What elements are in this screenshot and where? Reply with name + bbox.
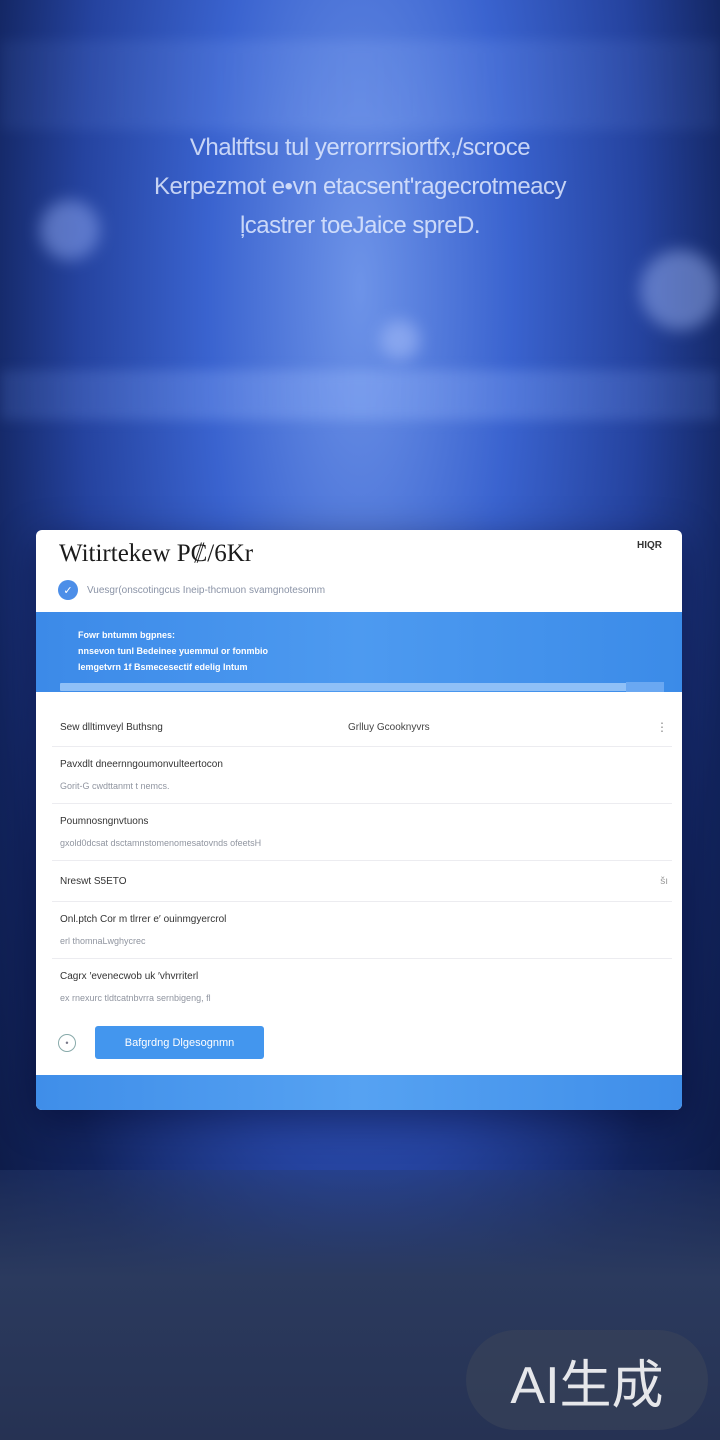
flag-row-value: šı (660, 875, 668, 887)
settings-list: Sew dlltimveyl Buthsng Grlluy Gcooknyvrs… (52, 708, 672, 1015)
banner-line-1: Fowr bntumm bgpnes: (78, 630, 175, 640)
list-item-title: Onl.ptch Cor m tlrrer e′ ouinmgyercrol (60, 914, 227, 925)
list-item[interactable]: Poumnosngnvtuons gxold0dcsat dsctamnstom… (52, 804, 672, 861)
list-header-middle: Grlluy Gcooknyvrs (348, 721, 430, 733)
footer-actions: • Bafgrdng Dlgesognmn (58, 1026, 264, 1059)
list-header: Sew dlltimveyl Buthsng Grlluy Gcooknyvrs… (52, 708, 672, 747)
background-glow (380, 320, 420, 360)
list-item-description: ex rnexurc tldtcatnbvrra sernbigeng, fl (60, 993, 211, 1003)
list-item-description: erl thomnaLwghycrec (60, 936, 146, 946)
info-circle-icon[interactable]: • (58, 1033, 76, 1052)
headline-line-2: Kerpezmot e•vn etacsent'ragecrotmeacy (153, 173, 567, 200)
list-header-left: Sew dlltimveyl Buthsng (60, 721, 163, 733)
hero-headline: Vhaltftsu tul yerrorrrsiortfx,/scroce Ke… (0, 128, 720, 245)
list-item[interactable]: Cagrx ′evenecwob uk ′vhvrriterl ex rnexu… (52, 959, 672, 1015)
card-footer-bar (36, 1075, 682, 1110)
list-item-title: Pavxdlt dneernngoumonvulteertocon (60, 759, 223, 770)
banner-progress-bar (60, 683, 664, 691)
check-circle-icon: ✓ (58, 580, 78, 600)
banner-text: Fowr bntumm bgpnes: nnsevon tunl Bedeine… (78, 627, 268, 675)
background-band (0, 370, 720, 420)
card-subtitle-row: ✓ Vuesgr(onscotingcus Ineip-thcmuon svam… (58, 579, 658, 601)
card-corner-label[interactable]: HIQR (637, 540, 662, 551)
banner-line-3: lemgetvrn 1f Bsmecesectif edelig Intum (78, 662, 248, 672)
list-flag-row[interactable]: Nreswt S5ETO šı (52, 861, 672, 902)
list-item[interactable]: Pavxdlt dneernngoumonvulteertocon Gorit-… (52, 747, 672, 804)
background-glow (640, 250, 720, 330)
info-banner: Fowr bntumm bgpnes: nnsevon tunl Bedeine… (36, 612, 682, 692)
list-item[interactable]: Onl.ptch Cor m tlrrer e′ ouinmgyercrol e… (52, 902, 672, 959)
list-item-title: Cagrx ′evenecwob uk ′vhvrriterl (60, 971, 199, 982)
card-title: Witirtekew P₡/6Kr (59, 540, 254, 567)
flag-row-label: Nreswt S5ETO (60, 875, 127, 887)
headline-line-1: Vhaltftsu tul yerrorrrsiortfx,/scroce (189, 134, 531, 161)
ai-generated-watermark: AI生成 (466, 1330, 708, 1430)
banner-progress-end (626, 682, 664, 692)
kebab-menu-icon[interactable]: ⋮ (656, 720, 672, 734)
headline-line-3: ļcastrer toeJaice spreD. (239, 212, 481, 239)
card-subtitle: Vuesgr(onscotingcus Ineip-thcmuon svamgn… (87, 584, 326, 596)
primary-action-button[interactable]: Bafgrdng Dlgesognmn (95, 1026, 264, 1059)
background-band (0, 40, 720, 130)
list-item-description: Gorit-G cwdttanmt t nemcs. (60, 781, 170, 791)
list-item-title: Poumnosngnvtuons (60, 816, 149, 827)
banner-line-2: nnsevon tunl Bedeinee yuemmul or fonmbio (78, 646, 269, 656)
dialog-card: Witirtekew P₡/6Kr HIQR ✓ Vuesgr(onscotin… (36, 530, 682, 1110)
list-item-description: gxold0dcsat dsctamnstomenomesatovnds ofe… (60, 838, 262, 848)
